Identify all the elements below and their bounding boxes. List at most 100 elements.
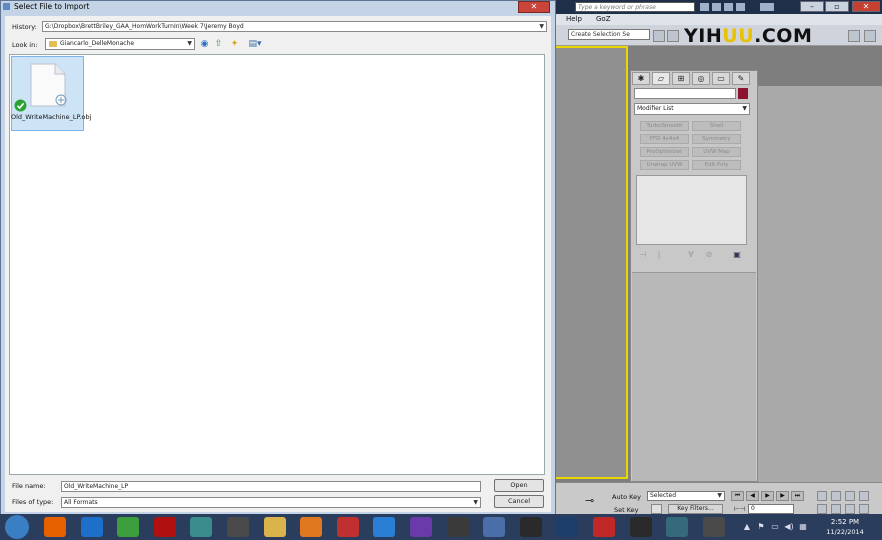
taskbar-3ds-max-autodesk-icon[interactable] <box>190 517 212 537</box>
search-icon[interactable] <box>700 3 709 11</box>
start-button[interactable] <box>5 515 29 539</box>
command-panel-tabs: ✱ ▱ ⊞ ◎ ▭ ✎ <box>632 72 754 86</box>
cancel-button[interactable]: Cancel <box>494 495 544 508</box>
taskbar-app-dark-icon[interactable] <box>447 517 469 537</box>
render-setup-icon[interactable] <box>848 30 860 42</box>
modifier-button-symmetry[interactable]: Symmetry <box>692 134 741 144</box>
star-icon[interactable] <box>724 3 733 11</box>
current-frame-field[interactable]: 0 <box>748 504 794 514</box>
modifier-button-uvw-map[interactable]: UVW Map <box>692 147 741 157</box>
go-to-end-icon[interactable]: ⏭ <box>791 491 804 501</box>
field-of-view-icon[interactable] <box>817 504 827 514</box>
file-name-input[interactable]: Old_WriteMachine_LP <box>61 481 481 492</box>
history-dropdown[interactable]: G:\Dropbox\BrettBriley_GAA_HomWorkTurnIn… <box>42 21 547 32</box>
taskbar-app-dark-2-icon[interactable] <box>630 517 652 537</box>
auto-key-button[interactable]: Auto Key <box>612 493 641 501</box>
dialog-close-button[interactable]: ✕ <box>518 1 550 13</box>
object-name-field[interactable] <box>634 88 736 99</box>
pan-icon[interactable] <box>831 504 841 514</box>
back-icon[interactable]: ◉ <box>199 39 210 49</box>
clock-time[interactable]: 2:52 PM <box>820 518 870 526</box>
selection-set-dropdown[interactable]: Create Selection Se <box>568 29 650 40</box>
create-tab-icon[interactable]: ✱ <box>632 72 650 85</box>
minimize-button[interactable]: – <box>800 1 824 12</box>
zoom-extents-all-icon[interactable] <box>859 491 869 501</box>
zoom-extents-icon[interactable] <box>845 491 855 501</box>
taskbar-file-explorer-icon[interactable] <box>264 517 286 537</box>
named-selection-icon[interactable] <box>653 30 665 42</box>
network-icon[interactable]: ▦ <box>798 522 808 532</box>
go-to-start-icon[interactable]: ⏮ <box>731 491 744 501</box>
taskbar-chrome-icon[interactable] <box>117 517 139 537</box>
make-unique-icon[interactable]: ∀ <box>686 250 696 259</box>
help-search-input[interactable]: Type a keyword or phrase <box>575 2 695 12</box>
modifier-list-dropdown[interactable]: Modifier List ▼ <box>634 103 750 115</box>
taskbar-zbrush-icon[interactable] <box>520 517 542 537</box>
orbit-icon[interactable] <box>845 504 855 514</box>
mirror-icon[interactable] <box>667 30 679 42</box>
motion-tab-icon[interactable]: ◎ <box>692 72 710 85</box>
volume-icon[interactable]: ◀) <box>784 522 794 532</box>
modifier-button-shell[interactable]: Shell <box>692 121 741 131</box>
modifier-button-prooptimizer[interactable]: ProOptimizer <box>640 147 689 157</box>
new-folder-icon[interactable]: ✦ <box>229 39 240 49</box>
view-menu-icon[interactable]: ▤▾ <box>246 39 264 49</box>
taskbar-media-app-icon[interactable] <box>227 517 249 537</box>
pin-stack-icon[interactable]: ⊣ <box>638 250 648 259</box>
help-icon[interactable] <box>760 3 774 11</box>
taskbar-media-player-icon[interactable] <box>300 517 322 537</box>
tray-overflow-icon[interactable]: ▲ <box>742 522 752 532</box>
taskbar-firefox-icon[interactable] <box>44 517 66 537</box>
hierarchy-tab-icon[interactable]: ⊞ <box>672 72 690 85</box>
set-key-button[interactable]: Set Key <box>614 506 639 514</box>
show-end-result-icon[interactable]: | <box>654 250 664 259</box>
open-button[interactable]: Open <box>494 479 544 492</box>
object-color-swatch[interactable] <box>738 88 748 99</box>
tools-icon[interactable] <box>712 3 721 11</box>
taskbar-app-purple-icon[interactable] <box>410 517 432 537</box>
modifier-button-ffd[interactable]: FFD 4x4x4 <box>640 134 689 144</box>
taskbar-app-circle-icon[interactable] <box>703 517 725 537</box>
key-filters-button[interactable]: Key Filters... <box>668 504 723 514</box>
flag-icon[interactable]: ⚑ <box>756 522 766 532</box>
person-icon[interactable] <box>736 3 745 11</box>
taskbar-dropbox-icon[interactable] <box>373 517 395 537</box>
taskbar-3ds-max-icon[interactable] <box>666 517 688 537</box>
clock-date[interactable]: 11/22/2014 <box>820 528 870 536</box>
taskbar-photoshop-icon[interactable] <box>556 517 578 537</box>
display-tab-icon[interactable]: ▭ <box>712 72 730 85</box>
files-of-type-dropdown[interactable]: All Formats ▼ <box>61 497 481 508</box>
next-frame-icon[interactable]: ▶ <box>776 491 789 501</box>
display-icon[interactable]: ▭ <box>770 522 780 532</box>
taskbar-app-monitor-icon[interactable] <box>483 517 505 537</box>
zoom-icon[interactable] <box>817 491 827 501</box>
render-icon[interactable] <box>864 30 876 42</box>
perspective-viewport[interactable] <box>556 46 628 479</box>
play-icon[interactable]: ▶ <box>761 491 774 501</box>
remove-modifier-icon[interactable]: ⊘ <box>704 250 714 259</box>
menu-help[interactable]: Help <box>566 14 582 25</box>
set-key-icon[interactable] <box>651 504 662 514</box>
taskbar-app-red-icon[interactable] <box>593 517 615 537</box>
zoom-all-icon[interactable] <box>831 491 841 501</box>
modify-tab-icon[interactable]: ▱ <box>652 72 670 85</box>
previous-frame-icon[interactable]: ◀ <box>746 491 759 501</box>
up-folder-icon[interactable]: ⇧ <box>213 39 224 49</box>
app-close-button[interactable]: ✕ <box>852 1 880 12</box>
modifier-button-edit-poly[interactable]: Edit Poly <box>692 160 741 170</box>
taskbar-internet-explorer-icon[interactable] <box>81 517 103 537</box>
key-icon[interactable]: ⊸ <box>585 494 594 507</box>
configure-modifier-sets-icon[interactable]: ▣ <box>732 250 742 259</box>
restore-button[interactable]: ▫ <box>825 1 849 12</box>
modifier-stack[interactable] <box>636 175 747 245</box>
taskbar-filezilla-icon[interactable] <box>154 517 176 537</box>
menu-goz[interactable]: GoZ <box>596 14 611 25</box>
key-mode-icon[interactable]: ⊢⊣ <box>734 505 745 513</box>
key-selection-dropdown[interactable]: Selected ▼ <box>647 491 725 501</box>
look-in-dropdown[interactable]: Giancarlo_DelleMonache ▼ <box>45 38 195 50</box>
maximize-viewport-icon[interactable] <box>859 504 869 514</box>
taskbar-filezilla-alt-icon[interactable] <box>337 517 359 537</box>
utilities-tab-icon[interactable]: ✎ <box>732 72 750 85</box>
modifier-button-turbosmooth[interactable]: TurboSmooth <box>640 121 689 131</box>
modifier-button-unwrap-uvw[interactable]: Unwrap UVW <box>640 160 689 170</box>
